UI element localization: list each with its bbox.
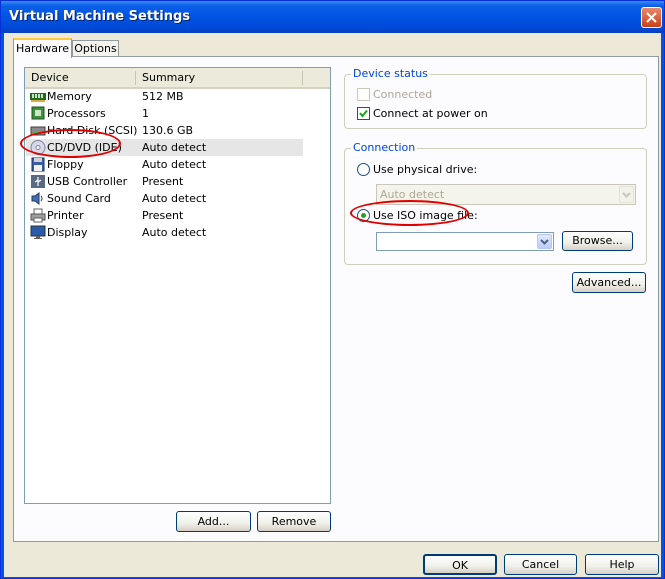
device-summary: Present [142,175,184,188]
iso-image-path-input[interactable] [376,232,554,251]
use-physical-drive-label: Use physical drive: [373,163,478,176]
tab-options-label: Options [74,42,117,55]
device-status-group: Device status Connected Connect at power… [344,67,647,129]
ok-button[interactable]: OK [423,554,497,575]
use-physical-drive-radio[interactable] [357,163,370,176]
device-summary: Present [142,209,184,222]
connection-group: Connection Use physical drive: Auto dete… [344,141,647,265]
close-icon [646,12,657,23]
device-summary: Auto detect [142,158,207,171]
column-divider[interactable] [302,71,303,85]
device-row-display[interactable]: Display Auto detect [26,224,303,241]
device-list-header: Device Summary [25,68,330,89]
device-name: Printer [47,209,84,222]
printer-icon [30,208,46,223]
device-name: USB Controller [47,175,128,188]
device-row-processors[interactable]: Processors 1 [26,105,303,122]
device-summary: Auto detect [142,141,207,154]
connected-checkbox[interactable] [357,88,370,101]
chevron-down-icon [540,239,549,245]
processor-icon [31,106,45,120]
device-name: Sound Card [47,192,111,205]
device-status-title: Device status [351,67,430,80]
tab-options[interactable]: Options [72,40,119,57]
device-list[interactable]: Device Summary Memory 512 MB Processors … [20,67,331,504]
column-header-summary[interactable]: Summary [136,68,302,87]
device-name: Memory [47,90,92,103]
device-summary: 1 [142,107,149,120]
connect-at-power-on-label: Connect at power on [373,107,488,120]
browse-button[interactable]: Browse... [562,231,633,251]
device-summary: 512 MB [142,90,184,103]
iso-path-dropdown-button[interactable] [537,234,552,249]
connect-at-power-on-checkbox[interactable] [357,107,370,120]
add-button[interactable]: Add... [176,511,251,532]
device-name: Processors [47,107,106,120]
title-bar[interactable]: Virtual Machine Settings [1,1,664,33]
dialog-window: Virtual Machine Settings Hardware Option… [0,0,665,579]
device-row-floppy[interactable]: Floppy Auto detect [26,156,303,173]
dialog-client: Hardware Options Device Summary Memory 5… [4,33,661,577]
annotation-circle-cd-dvd [20,129,121,158]
advanced-button[interactable]: Advanced... [572,272,646,293]
column-header-device[interactable]: Device [25,68,135,87]
checkmark-icon [359,109,368,118]
physical-drive-dropdown-button[interactable] [619,186,634,203]
close-button[interactable] [641,7,662,28]
connection-title: Connection [351,141,418,154]
floppy-icon [31,157,45,172]
tab-hardware[interactable]: Hardware [13,38,72,58]
remove-button[interactable]: Remove [257,511,331,532]
device-name: Display [47,226,88,239]
device-row-usb[interactable]: USB Controller Present [26,173,303,190]
device-row-printer[interactable]: Printer Present [26,207,303,224]
usb-icon [31,175,45,188]
tab-hardware-label: Hardware [15,42,70,55]
device-summary: 130.6 GB [142,124,194,137]
cancel-button[interactable]: Cancel [504,554,577,575]
device-summary: Auto detect [142,192,207,205]
hardware-panel: Device Summary Memory 512 MB Processors … [13,56,659,542]
memory-icon [30,93,46,102]
annotation-circle-iso [350,200,469,226]
device-row-memory[interactable]: Memory 512 MB [26,88,303,105]
device-row-sound-card[interactable]: Sound Card Auto detect [26,190,303,207]
display-icon [30,225,46,239]
device-summary: Auto detect [142,226,207,239]
chevron-down-icon [622,192,631,198]
sound-card-icon [31,192,43,205]
connected-label: Connected [373,88,433,101]
window-title: Virtual Machine Settings [9,9,191,24]
help-button[interactable]: Help [585,554,659,575]
device-name: Floppy [47,158,84,171]
